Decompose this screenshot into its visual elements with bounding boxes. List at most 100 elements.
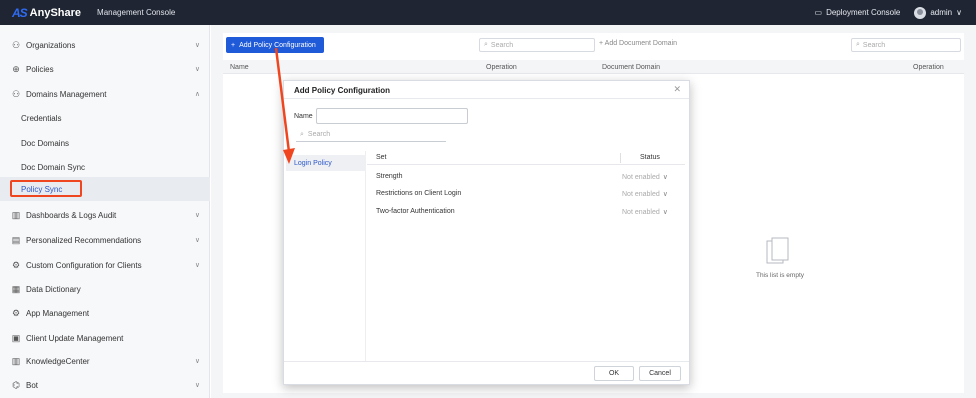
search-icon: ⌕ <box>856 41 860 48</box>
chevron-down-icon: ∨ <box>662 191 668 198</box>
sidebar-item-label: Doc Domain Sync <box>21 162 86 172</box>
org-icon: ⚇ <box>11 39 21 50</box>
empty-list-icon <box>766 237 789 264</box>
chevron-down-icon: ∨ <box>194 382 200 389</box>
sidebar-item-policies[interactable]: ⊕ Policies ∨ <box>0 57 210 81</box>
search-icon: ⌕ <box>484 41 488 48</box>
domains-icon: ⚇ <box>11 88 21 99</box>
sidebar-item-data-dictionary[interactable]: ▦ Data Dictionary <box>0 277 210 301</box>
add-document-domain-button[interactable]: + Add Document Domain <box>599 40 677 47</box>
dialog-title: Add Policy Configuration <box>294 86 390 95</box>
table-row: Restrictions on Client Login Not enabled… <box>367 186 685 202</box>
sidebar-item-bot[interactable]: ⌬ Bot ∨ <box>0 373 210 397</box>
policy-table-header: Set Status <box>367 151 685 165</box>
sidebar-item-app-management[interactable]: ⚙ App Management <box>0 301 210 325</box>
dashboard-icon: ▥ <box>11 209 21 220</box>
search-input[interactable]: ⌕ Search <box>479 38 595 52</box>
policy-icon: ⊕ <box>12 63 20 74</box>
sidebar-item-label: Organizations <box>26 40 76 50</box>
status-value: Not enabled <box>622 191 660 198</box>
name-field[interactable] <box>316 108 468 124</box>
sidebar-item-label: Credentials <box>21 113 62 123</box>
chevron-down-icon: ∨ <box>662 174 668 181</box>
sidebar-item-domains-management[interactable]: ⚇ Domains Management ∧ <box>0 82 210 106</box>
sidebar-item-label: App Management <box>26 308 90 318</box>
recommend-icon: ▤ <box>11 234 21 245</box>
cancel-button[interactable]: Cancel <box>639 366 681 381</box>
sidebar-item-knowledge-center[interactable]: ▥ KnowledgeCenter ∨ <box>0 349 210 373</box>
chevron-down-icon: ∨ <box>194 358 200 365</box>
domain-search-input[interactable]: ⌕ Search <box>851 38 961 52</box>
app-logo[interactable]: AS AnyShare <box>12 6 81 20</box>
avatar <box>914 6 927 19</box>
policy-name: Restrictions on Client Login <box>376 190 462 197</box>
status-select[interactable]: Not enabled ∨ <box>622 173 668 181</box>
ok-button[interactable]: OK <box>594 366 634 381</box>
add-policy-label: Add Policy Configuration <box>239 41 316 49</box>
status-select[interactable]: Not enabled ∨ <box>622 190 668 198</box>
app-icon: ⚙ <box>11 307 21 318</box>
sidebar-item-label: KnowledgeCenter <box>26 356 90 366</box>
status-value: Not enabled <box>622 209 660 216</box>
search-placeholder: Search <box>862 41 886 49</box>
highlight-box <box>10 180 82 197</box>
sidebar-item-label: Data Dictionary <box>26 284 81 294</box>
sidebar-item-label: Doc Domains <box>21 138 70 148</box>
search-placeholder: Search <box>490 41 514 49</box>
sidebar-item-label: Personalized Recommendations <box>26 235 142 245</box>
logo-text: AnyShare <box>29 6 82 19</box>
sidebar-item-label: Bot <box>26 380 39 390</box>
column-operation: Operation <box>486 63 517 71</box>
deployment-console-link[interactable]: ▭ Deployment Console <box>815 8 901 17</box>
status-select[interactable]: Not enabled ∨ <box>622 208 668 216</box>
policy-name: Strength <box>376 173 403 180</box>
column-status: Status <box>640 154 660 161</box>
sidebar-item-credentials[interactable]: Credentials <box>0 106 210 130</box>
add-document-domain-label: Add Document Domain <box>604 40 678 47</box>
empty-list-text: This list is empty <box>755 272 805 279</box>
chevron-down-icon: ∨ <box>956 8 962 17</box>
chevron-down-icon: ∨ <box>194 212 200 219</box>
name-label: Name <box>294 113 313 120</box>
add-policy-configuration-button[interactable]: + Add Policy Configuration <box>226 37 324 53</box>
divider <box>620 153 621 163</box>
divider <box>284 361 689 362</box>
custom-icon: ⚙ <box>11 259 21 270</box>
chevron-down-icon: ∨ <box>194 237 200 244</box>
sidebar-item-doc-domain-sync[interactable]: Doc Domain Sync <box>0 155 210 179</box>
column-name: Name <box>230 63 249 71</box>
top-right-menu: ▭ Deployment Console admin ∨ <box>815 0 962 25</box>
update-icon: ▣ <box>11 332 21 343</box>
search-icon: ⌕ <box>300 130 304 138</box>
sidebar-item-recommendations[interactable]: ▤ Personalized Recommendations ∨ <box>0 228 210 252</box>
chevron-down-icon: ∨ <box>194 262 200 269</box>
console-title: Management Console <box>97 8 176 17</box>
divider <box>284 98 689 99</box>
status-value: Not enabled <box>622 174 660 181</box>
user-name: admin <box>930 8 953 17</box>
logo-mark: AS <box>12 5 28 20</box>
sidebar-item-dashboards[interactable]: ▥ Dashboards & Logs Audit ∨ <box>0 203 210 227</box>
close-icon[interactable]: ✕ <box>673 84 681 95</box>
policy-search-input[interactable]: ⌕ Search <box>296 128 446 142</box>
sidebar-item-label: Client Update Management <box>26 333 124 343</box>
table-row: Strength Not enabled ∨ <box>367 169 685 185</box>
monitor-icon: ▭ <box>814 8 823 17</box>
column-operation: Operation <box>913 63 944 71</box>
search-placeholder: Search <box>307 131 331 138</box>
sidebar-item-organizations[interactable]: ⚇ Organizations ∨ <box>0 33 210 57</box>
chevron-down-icon: ∨ <box>662 209 668 216</box>
policy-name: Two-factor Authentication <box>376 208 455 215</box>
user-menu[interactable]: admin ∨ <box>914 6 962 19</box>
chevron-down-icon: ∨ <box>194 42 200 49</box>
sidebar-item-doc-domains[interactable]: Doc Domains <box>0 131 210 155</box>
column-set: Set <box>376 154 387 161</box>
sidebar-item-client-update[interactable]: ▣ Client Update Management <box>0 326 210 350</box>
dictionary-icon: ▦ <box>11 283 21 294</box>
chevron-down-icon: ∨ <box>194 66 200 73</box>
category-login-policy[interactable]: Login Policy <box>286 155 366 171</box>
sidebar-item-label: Dashboards & Logs Audit <box>26 210 117 220</box>
sidebar-item-custom-config[interactable]: ⚙ Custom Configuration for Clients ∨ <box>0 253 210 277</box>
sidebar-item-label: Policies <box>26 64 54 74</box>
sidebar-item-label: Domains Management <box>26 89 107 99</box>
